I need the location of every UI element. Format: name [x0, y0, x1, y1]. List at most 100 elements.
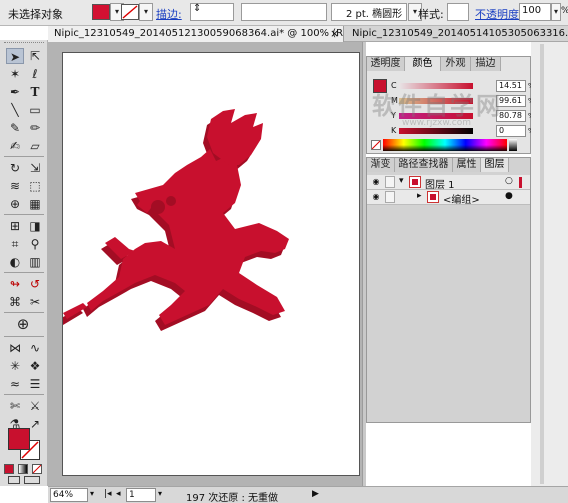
paintbrush-tool-icon[interactable]: ✎ [6, 120, 24, 136]
scissors-tool-icon[interactable]: ✄ [6, 398, 24, 414]
draw-normal-icon[interactable] [8, 476, 20, 484]
document-tab-active[interactable]: Nipic_12310549_20140512130059068364.ai* … [48, 26, 344, 42]
play-icon[interactable]: ▶ [312, 489, 319, 499]
visibility-eye-icon[interactable]: ◉ [371, 177, 381, 187]
tool-divider [4, 394, 44, 395]
dock-scrollbar[interactable] [540, 44, 544, 484]
stepper-icon[interactable]: ⇕ [193, 3, 201, 14]
live-paint-tool-icon[interactable]: ▦ [26, 196, 44, 212]
rotate-tool-icon[interactable]: ↻ [6, 160, 24, 176]
tool-divider [4, 156, 44, 157]
mesh-tool-icon[interactable]: ⌗ [6, 236, 24, 252]
grayscale-ramp[interactable] [509, 139, 517, 151]
tab-attributes[interactable]: 属性 [453, 158, 481, 172]
none-mode-button[interactable] [32, 464, 42, 474]
knife-tool-icon[interactable]: ⚔ [26, 398, 44, 414]
crystallize-tool-icon[interactable]: ✳ [6, 358, 24, 374]
blob-brush-tool-icon[interactable]: ✍ [6, 138, 24, 154]
stroke-dropdown[interactable]: ▾ [139, 3, 153, 21]
eraser-tool-icon[interactable]: ▱ [26, 138, 44, 154]
lasso-tool-icon[interactable]: ℓ [26, 66, 44, 82]
color-mode-button[interactable] [4, 464, 14, 474]
tab-stroke[interactable]: 描边 [471, 57, 501, 71]
symbol-tool-icon[interactable]: ⊕ [14, 316, 32, 332]
perspective-grid-tool-icon[interactable]: ⊞ [6, 218, 24, 234]
fill-color-front[interactable] [8, 428, 30, 450]
direct-selection-tool-icon[interactable]: ⇱ [26, 48, 44, 64]
artboard-tool-icon[interactable]: ⌘ [6, 294, 24, 310]
magic-wand-tool-icon[interactable]: ✶ [6, 66, 24, 82]
opacity-input[interactable]: 100 [519, 3, 551, 21]
gradient-mode-button[interactable] [18, 464, 28, 474]
cupid-artwork[interactable] [63, 53, 359, 475]
style-swatch[interactable] [447, 3, 469, 21]
width-tool-icon[interactable]: ⋈ [6, 340, 24, 356]
pen-tool-icon[interactable]: ✒ [6, 84, 24, 100]
layer-row[interactable]: ◉ ▸ <编组> ● [367, 190, 530, 206]
blend-tool-icon[interactable]: ◐ [6, 254, 24, 270]
none-color-button[interactable] [371, 140, 381, 150]
zoom-field[interactable]: 64% [50, 488, 88, 502]
column-graph-tool-icon[interactable]: ↺ [26, 276, 44, 292]
pencil-tool-icon[interactable]: ✏ [26, 120, 44, 136]
rectangle-tool-icon[interactable]: ▭ [26, 102, 44, 118]
channel-k-input[interactable]: 0 [496, 125, 526, 137]
close-tab-icon[interactable]: × [330, 27, 339, 40]
symbol-sprayer-tool-icon[interactable]: ↬ [6, 276, 24, 292]
target-circle-icon[interactable]: ○ [505, 176, 513, 186]
visibility-eye-icon[interactable]: ◉ [371, 192, 381, 202]
first-page-icon[interactable]: |◂ [104, 489, 112, 499]
channel-k-slider[interactable] [399, 128, 473, 134]
slice-tool-icon[interactable]: ✂ [26, 294, 44, 310]
eyedropper-tool-icon[interactable]: ⚲ [26, 236, 44, 252]
gradient-tool-icon[interactable]: ◨ [26, 218, 44, 234]
page-dropdown-icon[interactable]: ▾ [158, 489, 162, 498]
zoom-dropdown-icon[interactable]: ▾ [90, 489, 94, 498]
graph-tool-icon[interactable]: ▥ [26, 254, 44, 270]
stroke-link[interactable]: 描边: [156, 6, 182, 22]
free-transform-tool-icon[interactable]: ⬚ [26, 178, 44, 194]
tab-appearance[interactable]: 外观 [441, 57, 471, 71]
panel-dock-gutter [531, 42, 568, 486]
expand-chevron-icon[interactable]: ▸ [417, 191, 422, 201]
panel-grip[interactable] [4, 42, 44, 45]
fill-swatch[interactable] [92, 4, 110, 20]
prev-page-icon[interactable]: ◂ [116, 489, 121, 499]
stroke-weight-field[interactable]: ⇕ [190, 3, 234, 21]
warp-tool-icon[interactable]: ≋ [6, 178, 24, 194]
shape-builder-tool-icon[interactable]: ⊕ [6, 196, 24, 212]
brush-field[interactable]: 2 pt. 椭圆形 [331, 3, 407, 21]
lock-toggle[interactable] [385, 191, 395, 203]
artboard[interactable] [62, 52, 360, 476]
warp-mesh-tool-icon[interactable]: ∿ [26, 340, 44, 356]
layer-row[interactable]: ◉ ▾ 图层 1 ○ [367, 175, 530, 191]
page-field[interactable]: 1 [126, 488, 156, 502]
opacity-unit: % [561, 6, 568, 16]
tab-layers[interactable]: 图层 [481, 158, 509, 172]
tab-gradient[interactable]: 渐变 [367, 158, 395, 172]
variable-width-field[interactable] [241, 3, 327, 21]
twirl-tool-icon[interactable]: ❖ [26, 358, 44, 374]
document-tab-label: Nipic_12310549_20140512130059068364.ai* … [54, 28, 344, 39]
selection-tool-icon[interactable]: ➤ [6, 48, 24, 64]
tab-color[interactable]: 颜色 [405, 57, 441, 71]
line-tool-icon[interactable]: ╲ [6, 102, 24, 118]
screen-mode-icon[interactable] [24, 476, 40, 484]
opacity-dropdown[interactable]: ▾ [551, 3, 561, 21]
lock-toggle[interactable] [385, 176, 395, 188]
stroke-swatch[interactable] [121, 4, 139, 20]
type-tool-icon[interactable]: T [26, 84, 44, 100]
scallop-tool-icon[interactable]: ☰ [26, 376, 44, 392]
target-filled-icon[interactable]: ● [505, 191, 513, 201]
wrinkle-tool-icon[interactable]: ≈ [6, 376, 24, 392]
group-name[interactable]: <编组> [443, 191, 480, 206]
tab-pathfinder[interactable]: 路径查找器 [395, 158, 453, 172]
layers-panel: 渐变 路径查找器 属性 图层 ◉ ▾ 图层 1 ○ ◉ ▸ <编组> ● [366, 157, 531, 423]
scale-tool-icon[interactable]: ⇲ [26, 160, 44, 176]
tab-transparency[interactable]: 透明度 [367, 57, 405, 71]
opacity-link[interactable]: 不透明度: [475, 6, 523, 22]
status-bar: 64% ▾ |◂ ◂ 1 ▾ 197 次还原 : 无重做 ▶ [48, 486, 568, 503]
expand-chevron-icon[interactable]: ▾ [399, 176, 404, 186]
layer-name[interactable]: 图层 1 [425, 176, 455, 191]
document-tab[interactable]: Nipic_12310549_20140514105305063316.ai* … [346, 26, 568, 42]
